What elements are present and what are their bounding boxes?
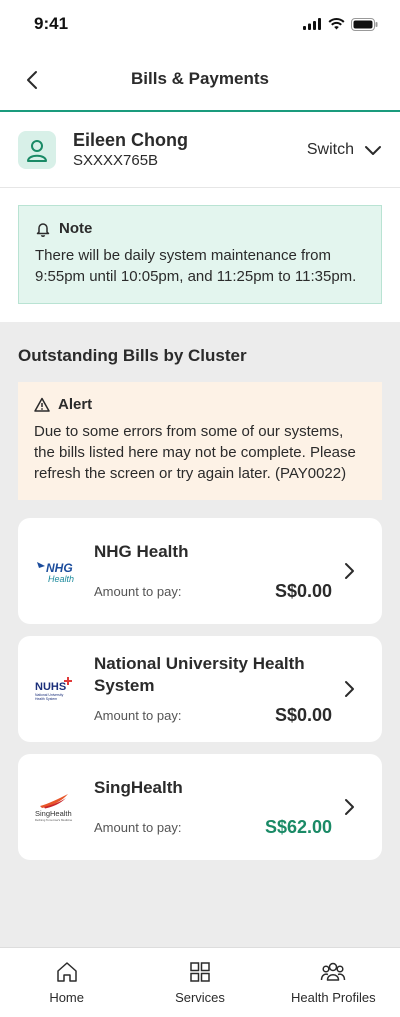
battery-icon	[351, 17, 378, 31]
tab-health-profiles-label: Health Profiles	[291, 990, 376, 1005]
amount-value: S$62.00	[264, 816, 332, 837]
warning-icon	[34, 397, 50, 412]
note-header: Note	[35, 220, 365, 237]
svg-text:Health System: Health System	[35, 697, 57, 701]
amount-label: Amount to pay:	[94, 819, 182, 835]
bill-card-nhg[interactable]: NHG Health NHG Health Amount to pay: S$0…	[18, 518, 382, 624]
bill-name: National University Health System	[94, 653, 305, 695]
note-wrapper: Note There will be daily system maintena…	[0, 188, 400, 322]
page-title: Bills & Payments	[131, 69, 269, 88]
tab-services[interactable]: Services	[133, 948, 266, 1017]
status-time: 9:41	[34, 14, 69, 33]
profile-row: Eileen Chong SXXXX765B Switch	[0, 112, 400, 188]
status-icons	[303, 17, 378, 31]
singhealth-logo: SingHealth Defining Tomorrow's Medicine	[32, 792, 80, 822]
avatar	[18, 130, 56, 169]
nuhs-logo: NUHS National University Health System	[32, 676, 80, 702]
bill-amount-row: Amount to pay: S$0.00	[94, 581, 332, 602]
maintenance-note: Note There will be daily system maintena…	[18, 205, 382, 304]
chevron-down-icon	[365, 145, 381, 155]
svg-text:Health: Health	[48, 574, 74, 584]
tab-health-profiles[interactable]: Health Profiles	[267, 948, 400, 1017]
svg-text:SingHealth: SingHealth	[35, 809, 72, 818]
alert-text: Due to some errors from some of our syst…	[34, 423, 356, 482]
bill-name: SingHealth	[94, 777, 183, 797]
amount-value: S$0.00	[274, 580, 332, 601]
note-title: Note	[59, 220, 93, 237]
status-bar: 9:41	[0, 0, 400, 48]
alert-title: Alert	[58, 396, 93, 413]
switch-label: Switch	[306, 140, 354, 158]
profile-info: Eileen Chong SXXXX765B	[73, 129, 307, 171]
bill-card-nuhs[interactable]: NUHS National University Health System N…	[18, 636, 382, 742]
svg-text:NUHS: NUHS	[35, 681, 66, 693]
chevron-right-icon	[340, 797, 360, 817]
chevron-left-icon	[27, 71, 37, 89]
amount-value: S$0.00	[274, 704, 332, 725]
alert-header: Alert	[34, 396, 366, 413]
signal-icon	[303, 18, 321, 30]
chevron-right-icon	[340, 561, 360, 581]
home-icon	[56, 962, 77, 982]
svg-text:Defining Tomorrow's Medicine: Defining Tomorrow's Medicine	[35, 818, 73, 822]
bill-body: National University Health System Amount…	[94, 653, 368, 726]
tab-home[interactable]: Home	[0, 948, 133, 1017]
note-text: There will be daily system maintenance f…	[35, 247, 357, 285]
svg-text:NHG: NHG	[46, 561, 73, 575]
chevron-right-icon	[340, 679, 360, 699]
bill-body: NHG Health Amount to pay: S$0.00	[94, 541, 368, 602]
amount-label: Amount to pay:	[94, 583, 182, 599]
grid-icon	[190, 962, 210, 982]
amount-label: Amount to pay:	[94, 707, 182, 723]
nav-bar: Bills & Payments	[0, 48, 400, 112]
profile-name: Eileen Chong	[73, 129, 189, 150]
bill-amount-row: Amount to pay: S$62.00	[94, 817, 332, 838]
section-title: Outstanding Bills by Cluster	[18, 346, 247, 365]
user-icon	[27, 139, 47, 162]
wifi-icon	[328, 18, 345, 30]
bell-icon	[36, 222, 50, 237]
alert-box: Alert Due to some errors from some of ou…	[18, 382, 382, 500]
switch-profile-button[interactable]: Switch	[307, 141, 382, 159]
nhg-logo: NHG Health	[32, 558, 80, 584]
tab-bar: Home Services Health Profiles	[0, 947, 400, 1017]
back-button[interactable]	[18, 66, 46, 94]
top-area: 9:41 Bills & Payments Eileen Chong SXXXX…	[0, 0, 400, 322]
bill-body: SingHealth Amount to pay: S$62.00	[94, 777, 368, 838]
bills-section: Outstanding Bills by Cluster Alert Due t…	[0, 322, 400, 860]
bill-name: NHG Health	[94, 541, 189, 561]
profile-id: SXXXX765B	[73, 151, 159, 169]
tab-home-label: Home	[49, 990, 84, 1005]
bill-card-singhealth[interactable]: SingHealth Defining Tomorrow's Medicine …	[18, 754, 382, 860]
bill-amount-row: Amount to pay: S$0.00	[94, 705, 332, 726]
tab-services-label: Services	[175, 990, 225, 1005]
people-icon	[321, 962, 346, 981]
